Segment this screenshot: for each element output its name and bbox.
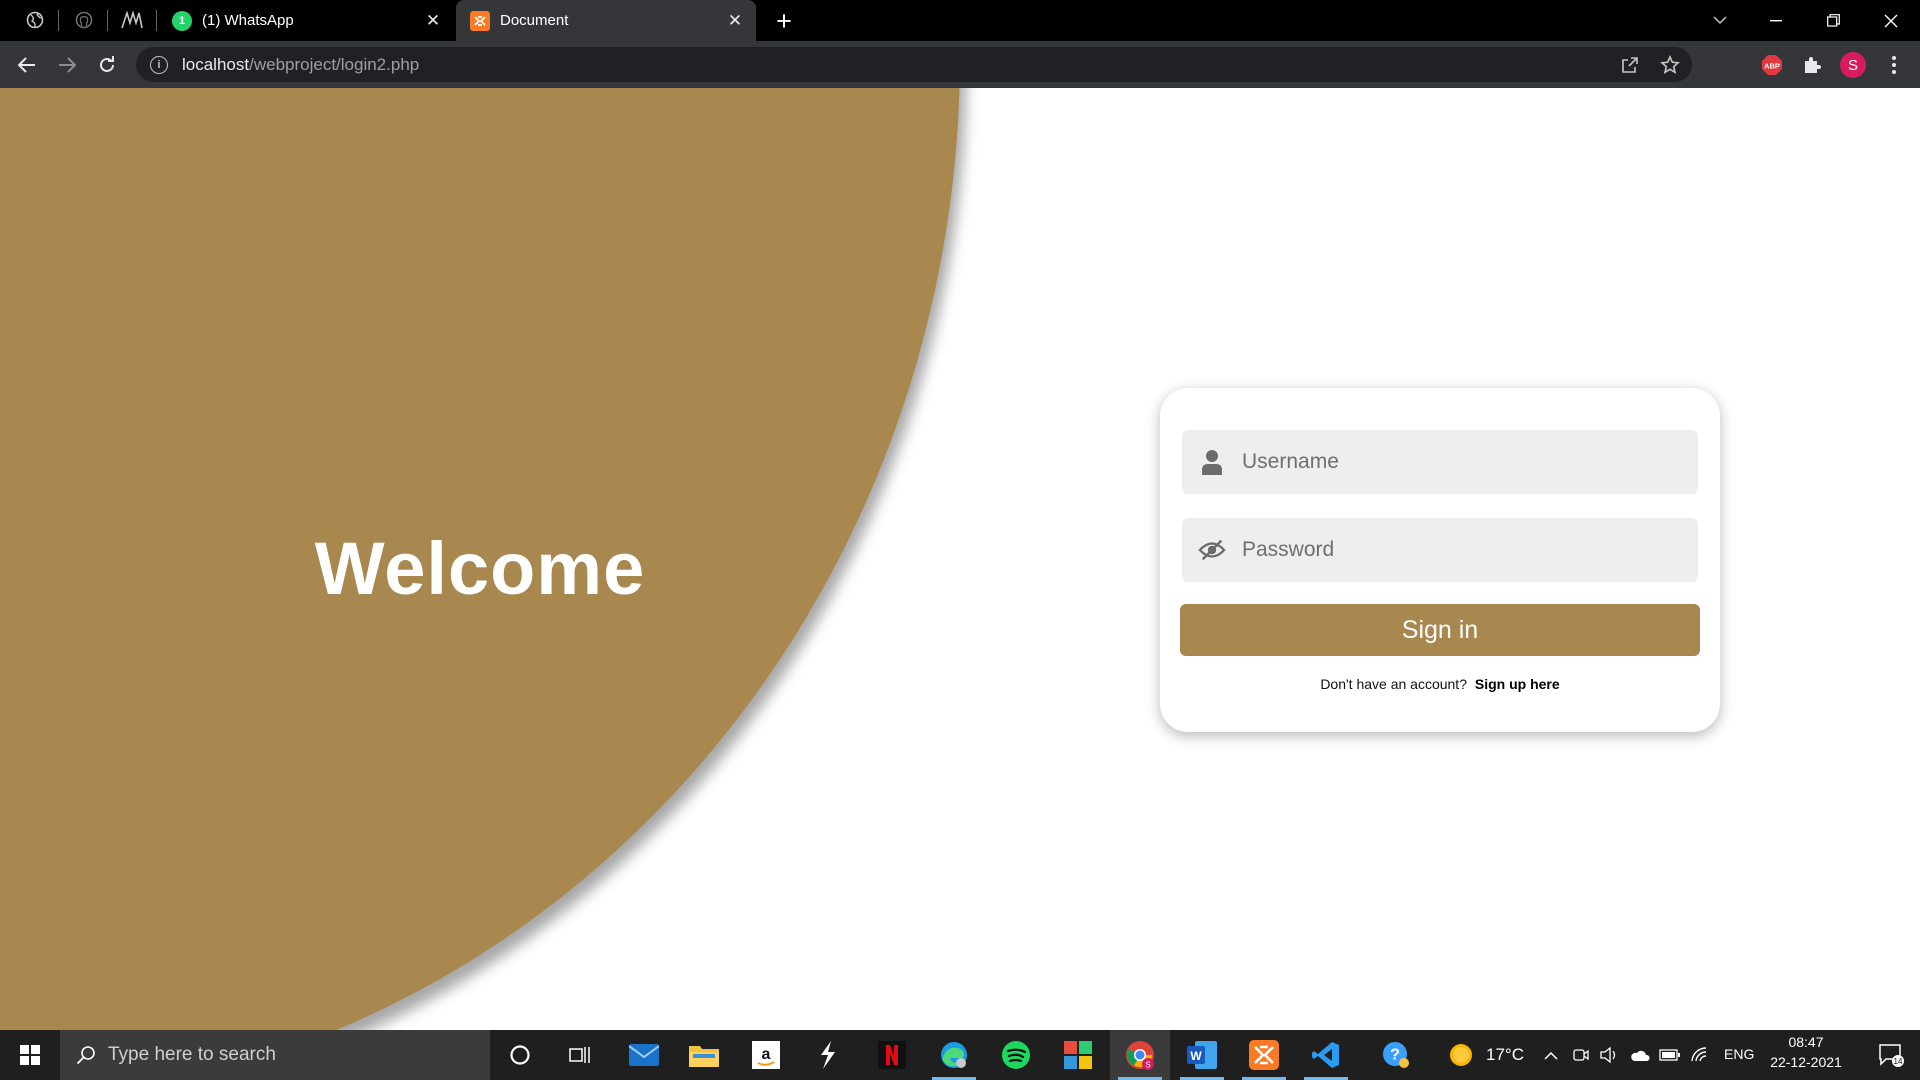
signup-prompt: Don't have an account? Sign up here bbox=[1160, 676, 1720, 692]
pinned-tab-github-icon[interactable] bbox=[72, 8, 96, 32]
amazon-icon[interactable]: a bbox=[736, 1030, 796, 1080]
password-input[interactable] bbox=[1242, 538, 1672, 562]
pinned-tab-globe-icon[interactable] bbox=[23, 8, 47, 32]
svg-text:ABP: ABP bbox=[1764, 62, 1780, 71]
wifi-icon[interactable] bbox=[1686, 1030, 1714, 1080]
tab-document[interactable]: Document ✕ bbox=[456, 0, 756, 41]
new-tab-button[interactable]: + bbox=[770, 6, 798, 36]
clock[interactable]: 08:47 22-12-2021 bbox=[1766, 1034, 1846, 1070]
battery-icon[interactable] bbox=[1656, 1030, 1684, 1080]
xampp-taskbar-icon[interactable] bbox=[1234, 1030, 1294, 1080]
svg-text:a: a bbox=[762, 1046, 771, 1063]
chrome-icon[interactable]: S bbox=[1110, 1030, 1170, 1080]
profile-avatar[interactable]: S bbox=[1840, 52, 1866, 78]
eye-slash-icon[interactable] bbox=[1198, 536, 1226, 564]
xampp-icon bbox=[470, 10, 490, 31]
tab-title: Document bbox=[500, 12, 569, 29]
clock-date: 22-12-2021 bbox=[1770, 1054, 1842, 1070]
onedrive-cloud-icon[interactable] bbox=[1626, 1030, 1654, 1080]
close-window-button[interactable] bbox=[1862, 0, 1920, 41]
signup-text: Don't have an account? bbox=[1320, 676, 1467, 692]
adblock-plus-icon[interactable]: ABP bbox=[1760, 53, 1784, 77]
site-info-icon[interactable]: i bbox=[150, 55, 168, 74]
vscode-icon[interactable] bbox=[1296, 1030, 1356, 1080]
windows-taskbar: Type here to search a S W ? 17°C ENG 08:… bbox=[0, 1030, 1920, 1080]
search-placeholder: Type here to search bbox=[108, 1044, 276, 1065]
arrow-right-icon bbox=[59, 57, 76, 73]
meet-now-icon[interactable] bbox=[1568, 1030, 1594, 1080]
url-text[interactable]: localhost/webproject/login2.php bbox=[182, 55, 419, 75]
help-icon[interactable]: ? bbox=[1366, 1030, 1426, 1080]
arrow-left-icon bbox=[18, 57, 35, 73]
taskbar-search[interactable]: Type here to search bbox=[60, 1030, 490, 1080]
word-icon[interactable]: W bbox=[1172, 1030, 1232, 1080]
chevron-down-icon bbox=[1713, 16, 1727, 25]
task-view-icon[interactable] bbox=[550, 1030, 610, 1080]
back-button[interactable] bbox=[12, 50, 42, 80]
page-viewport: Welcome Sign in Don't have an account? S… bbox=[0, 88, 1920, 1030]
volume-icon[interactable] bbox=[1596, 1030, 1622, 1080]
svg-text:?: ? bbox=[1390, 1047, 1400, 1064]
restore-button[interactable] bbox=[1805, 0, 1861, 41]
tab-whatsapp[interactable]: 1 (1) WhatsApp ✕ bbox=[158, 0, 454, 41]
search-icon bbox=[76, 1045, 96, 1065]
pinned-tab-app-icon[interactable] bbox=[120, 8, 144, 32]
tab-title: (1) WhatsApp bbox=[202, 12, 294, 29]
windows-logo-icon bbox=[20, 1045, 40, 1065]
tab-separator bbox=[156, 10, 157, 31]
tab-close-button[interactable]: ✕ bbox=[422, 10, 444, 32]
svg-text:14: 14 bbox=[1894, 1057, 1903, 1066]
netflix-icon[interactable] bbox=[862, 1030, 922, 1080]
share-icon[interactable] bbox=[1620, 55, 1640, 75]
tab-separator bbox=[58, 10, 59, 31]
notification-icon: 14 bbox=[1879, 1044, 1904, 1067]
login-card: Sign in Don't have an account? Sign up h… bbox=[1160, 388, 1720, 732]
svg-text:W: W bbox=[1190, 1049, 1202, 1063]
office-apps-icon[interactable] bbox=[1048, 1030, 1108, 1080]
close-icon bbox=[1884, 14, 1898, 27]
username-input[interactable] bbox=[1242, 450, 1672, 474]
app-lightning-icon[interactable] bbox=[798, 1030, 858, 1080]
reload-icon bbox=[100, 56, 114, 72]
bookmark-star-icon[interactable] bbox=[1660, 55, 1680, 75]
sun-icon bbox=[1450, 1044, 1472, 1066]
weather-temperature: 17°C bbox=[1486, 1045, 1524, 1064]
edge-browser-icon[interactable] bbox=[924, 1030, 984, 1080]
sign-in-button[interactable]: Sign in bbox=[1180, 604, 1700, 656]
minimize-button[interactable] bbox=[1748, 0, 1804, 41]
whatsapp-icon: 1 bbox=[172, 10, 192, 31]
language-indicator[interactable]: ENG bbox=[1724, 1046, 1754, 1062]
tab-strip: 1 (1) WhatsApp ✕ Document ✕ + bbox=[0, 0, 1920, 41]
weather-widget[interactable] bbox=[1428, 1030, 1494, 1080]
user-icon bbox=[1198, 448, 1226, 476]
minimize-icon bbox=[1770, 19, 1782, 21]
forward-button[interactable] bbox=[52, 50, 82, 80]
tab-search-button[interactable] bbox=[1692, 0, 1748, 41]
reload-button[interactable] bbox=[92, 50, 122, 80]
menu-kebab-icon[interactable] bbox=[1882, 53, 1906, 77]
cortana-icon[interactable] bbox=[490, 1030, 550, 1080]
extensions-puzzle-icon[interactable] bbox=[1800, 53, 1824, 77]
address-bar[interactable]: i localhost/webproject/login2.php bbox=[136, 47, 1692, 82]
restore-icon bbox=[1826, 14, 1840, 27]
welcome-heading: Welcome bbox=[314, 527, 646, 610]
tab-separator bbox=[107, 10, 108, 31]
tab-close-button[interactable]: ✕ bbox=[724, 10, 746, 32]
sign-up-link[interactable]: Sign up here bbox=[1475, 676, 1560, 692]
file-explorer-icon[interactable] bbox=[674, 1030, 734, 1080]
mail-icon[interactable] bbox=[614, 1030, 674, 1080]
svg-text:S: S bbox=[1145, 1061, 1150, 1070]
spotify-icon[interactable] bbox=[986, 1030, 1046, 1080]
start-button[interactable] bbox=[0, 1030, 60, 1080]
notification-center-button[interactable]: 14 bbox=[1862, 1030, 1920, 1080]
username-field[interactable] bbox=[1182, 430, 1698, 494]
clock-time: 08:47 bbox=[1788, 1034, 1824, 1050]
browser-toolbar: i localhost/webproject/login2.php ABP S bbox=[0, 41, 1920, 88]
password-field[interactable] bbox=[1182, 518, 1698, 582]
tray-chevron-up-icon[interactable] bbox=[1538, 1030, 1564, 1080]
